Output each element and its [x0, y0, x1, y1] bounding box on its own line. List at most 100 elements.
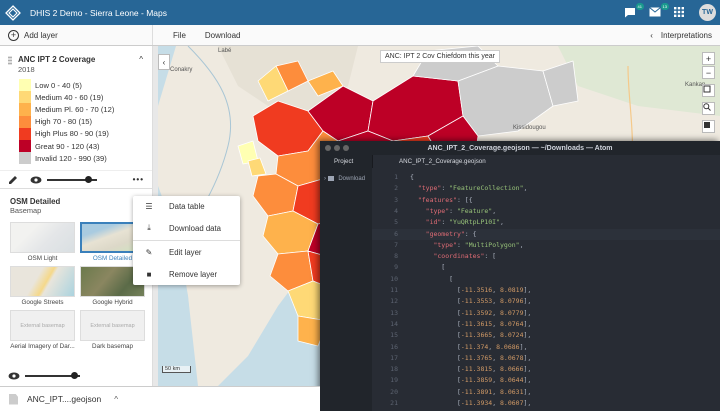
legend-item: Invalid 120 - 990 (39) — [19, 152, 152, 165]
legend-label: Medium Pl. 60 - 70 (12) — [35, 104, 115, 114]
basemap-option-osm-light[interactable]: OSM Light — [10, 222, 75, 262]
line-number: 4 — [394, 206, 398, 215]
zoom-in-button[interactable]: + — [702, 52, 715, 65]
legend-label: Invalid 120 - 990 (39) — [35, 153, 107, 163]
fullscreen-button[interactable] — [702, 120, 715, 133]
legend-swatch — [19, 152, 31, 165]
line-number: 9 — [394, 263, 398, 272]
chevron-right-icon: › — [324, 176, 326, 183]
messages-icon[interactable]: 13 — [649, 2, 669, 19]
line-number: 11 — [390, 286, 398, 294]
download-menu[interactable]: Download — [205, 31, 241, 40]
edit-pencil-icon[interactable] — [8, 175, 18, 185]
line-number: 19 — [390, 376, 398, 385]
code-line: 5 "id": "YuQRtpLP10I", — [372, 217, 720, 228]
layer-card-header: ANC IPT 2 Coverage 2018 ^ — [0, 46, 152, 74]
collapse-panel-button[interactable]: ‹ — [158, 54, 170, 70]
line-number: 12 — [390, 297, 398, 306]
code-line: 1{ — [372, 172, 720, 183]
code-line: 11 [-11.3516, 8.0819], — [372, 285, 720, 296]
atom-editor-window[interactable]: ANC_IPT_2_Coverage.geojson — ~/Downloads… — [320, 141, 720, 411]
basemap-thumbnail — [10, 222, 75, 254]
menu-item-label: Download data — [169, 223, 222, 233]
search-place-button[interactable] — [702, 102, 715, 115]
basemap-grid: OSM Light OSM Detailed Google Streets Go… — [10, 222, 152, 350]
legend-swatch — [19, 115, 31, 128]
basemap-label: Aerial Imagery of Dar... — [10, 343, 75, 351]
visibility-eye-icon[interactable] — [30, 176, 42, 184]
add-circle-icon: + — [8, 29, 19, 41]
map-hover-tooltip: ANC: IPT 2 Cov Chiefdom this year — [380, 50, 500, 63]
interpretations-notification-icon[interactable]: 41 — [624, 2, 644, 19]
code-text: [-11.374, 8.0686], — [410, 342, 528, 351]
code-line: 9 [ — [372, 262, 720, 273]
layers-panel: ANC IPT 2 Coverage 2018 ^ Low 0 - 40 (5)… — [0, 46, 153, 386]
downloaded-file-name[interactable]: ANC_IPT....geojson — [27, 394, 101, 404]
atom-title-bar[interactable]: ANC_IPT_2_Coverage.geojson — ~/Downloads… — [320, 141, 720, 155]
map-place-label: Kissidougou — [513, 125, 546, 131]
basemap-title: OSM Detailed — [10, 197, 61, 207]
opacity-slider[interactable] — [47, 175, 97, 183]
line-number: 21 — [390, 399, 398, 407]
code-line: 2 "type": "FeatureCollection", — [372, 183, 720, 194]
basemap-label: Google Hybrid — [92, 299, 133, 307]
line-number: 5 — [394, 218, 398, 227]
collapse-chevron-up-icon[interactable]: ^ — [139, 55, 143, 74]
visibility-eye-icon[interactable] — [8, 372, 20, 380]
download-icon: ⤓ — [147, 223, 151, 233]
user-avatar[interactable]: TW — [699, 4, 716, 21]
tab-project[interactable]: Project — [320, 155, 372, 168]
thematic-layer-card: ANC IPT 2 Coverage 2018 ^ Low 0 - 40 (5)… — [0, 46, 152, 190]
opacity-slider-knob[interactable] — [71, 372, 78, 379]
more-options-icon[interactable]: ••• — [133, 175, 144, 184]
code-text: [-11.3859, 8.0644], — [410, 376, 532, 385]
notification-badge: 41 — [635, 2, 644, 10]
code-text: [ — [410, 274, 454, 283]
legend-item: Low 0 - 40 (5) — [19, 79, 152, 92]
menu-item-download-data[interactable]: ⤓ Download data — [133, 218, 240, 240]
menu-item-edit-layer[interactable]: ✎ Edit layer — [133, 242, 240, 264]
line-number: 15 — [390, 331, 398, 340]
code-text: "type": "Feature", — [425, 206, 497, 215]
map-place-label: Conakry — [170, 67, 193, 73]
opacity-slider-knob[interactable] — [85, 175, 92, 183]
code-editor[interactable]: 1{2 "type": "FeatureCollection", 3 "featu… — [372, 168, 720, 411]
code-text: [-11.3615, 8.0764], — [410, 319, 532, 328]
legend-swatch — [19, 91, 31, 104]
code-text: [-11.3553, 8.0796], — [410, 297, 532, 306]
basemap-option-google-streets[interactable]: Google Streets — [10, 266, 75, 306]
fullscreen-icon — [704, 122, 710, 128]
map-place-label: Labé — [218, 48, 232, 54]
code-line: 14 [-11.3615, 8.0764], — [372, 319, 720, 330]
code-text: [-11.3592, 8.0779], — [410, 308, 532, 317]
code-line: 17 [-11.3765, 8.0678], — [372, 353, 720, 364]
legend-label: Low 0 - 40 (5) — [35, 80, 82, 90]
messages-badge: 13 — [660, 2, 669, 10]
apps-grid-icon[interactable] — [674, 6, 688, 19]
code-text: "id": "YuQRtpLP10I", — [425, 218, 504, 227]
basemap-opacity-slider[interactable] — [25, 372, 80, 379]
basemap-label: Google Streets — [21, 299, 64, 307]
menu-item-label: Data table — [169, 202, 205, 212]
zoom-to-content-button[interactable] — [702, 84, 715, 97]
chevron-up-icon[interactable]: ^ — [114, 395, 118, 404]
tab-geojson-file[interactable]: ANC_IPT_2_Coverage.geojson — [372, 155, 720, 168]
line-number: 14 — [390, 319, 398, 328]
layer-title: ANC IPT 2 Coverage — [18, 55, 96, 64]
drag-handle-icon[interactable] — [8, 56, 12, 65]
zoom-out-button[interactable]: − — [702, 66, 715, 79]
file-menu[interactable]: File — [173, 31, 186, 40]
basemap-label: Dark basemap — [92, 343, 133, 351]
dhis2-logo-icon[interactable] — [5, 4, 21, 21]
tree-folder-downloads[interactable]: › Download — [324, 176, 372, 182]
basemap-option-aerial-imagery[interactable]: External basemap Aerial Imagery of Dar..… — [10, 310, 75, 350]
menu-item-remove-layer[interactable]: ■ Remove layer — [133, 264, 240, 286]
interpretations-toggle[interactable]: ‹ Interpretations — [650, 31, 712, 40]
menu-item-data-table[interactable]: ☰ Data table — [133, 196, 240, 218]
layer-period: 2018 — [18, 65, 35, 74]
basemap-option-dark[interactable]: External basemap Dark basemap — [80, 310, 145, 350]
line-number: 6 — [394, 229, 398, 238]
add-layer-button[interactable]: + Add layer — [0, 25, 153, 45]
folder-icon — [327, 176, 334, 181]
browser-downloads-bar: ANC_IPT....geojson ^ — [0, 386, 320, 411]
